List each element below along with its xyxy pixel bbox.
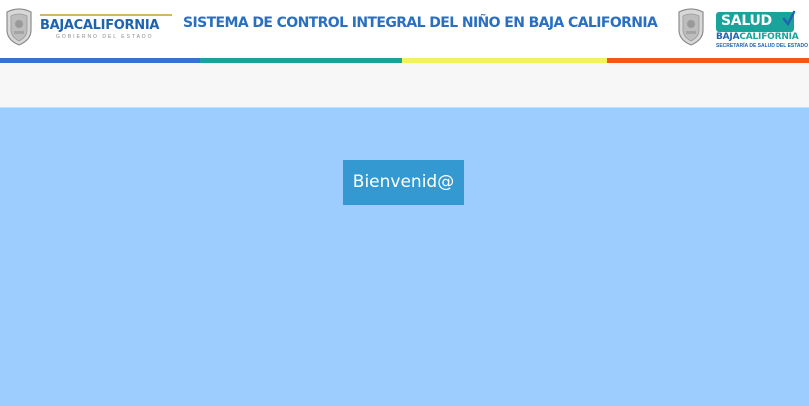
salud-badge-label: SALUD	[721, 13, 772, 29]
state-shield-icon	[6, 8, 32, 46]
salud-wordmark: BAJACALIFORNIA	[716, 32, 799, 42]
main-content	[0, 108, 809, 406]
navbar	[0, 63, 809, 108]
salud-word-california: CALIFORNIA	[739, 32, 799, 42]
header: BAJACALIFORNIA GOBIERNO DEL ESTADO SISTE…	[0, 0, 809, 58]
logo-rule	[40, 14, 172, 16]
baja-california-logo: BAJACALIFORNIA GOBIERNO DEL ESTADO	[38, 12, 174, 42]
logo-wordmark: BAJACALIFORNIA	[40, 18, 159, 33]
logo-subtitle: GOBIERNO DEL ESTADO	[56, 34, 154, 40]
salud-word-baja: BAJA	[716, 32, 740, 42]
page-title: SISTEMA DE CONTROL INTEGRAL DEL NIÑO EN …	[183, 15, 658, 31]
logo-word-california: CALIFORNIA	[73, 18, 160, 33]
check-icon	[782, 10, 796, 27]
welcome-button[interactable]: Bienvenid@	[343, 160, 464, 205]
salud-subtitle: SECRETARÍA DE SALUD DEL ESTADO	[716, 43, 809, 49]
state-shield-icon	[678, 8, 704, 46]
logo-word-baja: BAJA	[40, 18, 74, 33]
page: BAJACALIFORNIA GOBIERNO DEL ESTADO SISTE…	[0, 0, 809, 406]
